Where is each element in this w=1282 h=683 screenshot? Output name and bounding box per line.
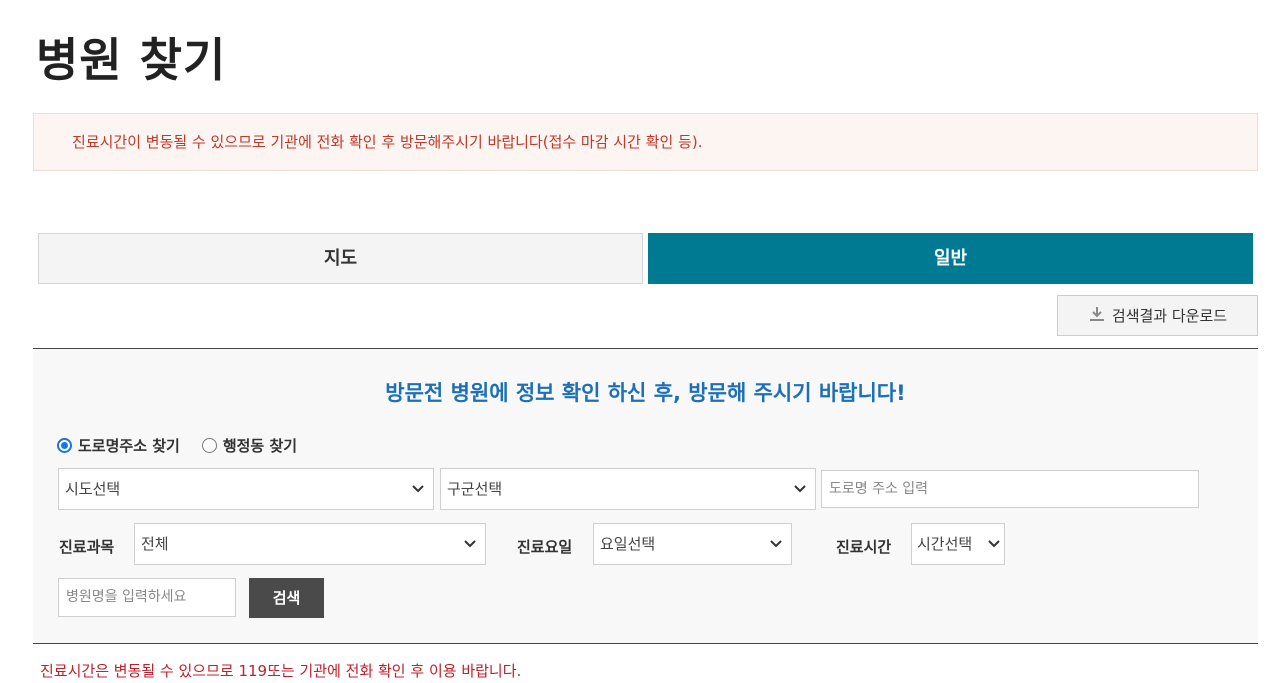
gugun-select[interactable]: 구군선택	[440, 468, 816, 510]
department-label: 진료과목	[59, 538, 115, 556]
chevron-down-icon	[412, 485, 424, 493]
chevron-down-icon	[794, 485, 806, 493]
department-select[interactable]: 전체	[134, 523, 486, 565]
hours-label: 진료시간	[836, 538, 892, 556]
sido-select-value: 시도선택	[65, 480, 121, 498]
weekday-select[interactable]: 요일선택	[593, 523, 792, 565]
radio-road-address-label: 도로명주소 찾기	[78, 437, 180, 455]
notice-text: 진료시간이 변동될 수 있으므로 기관에 전화 확인 후 방문해주시기 바랍니다…	[72, 133, 703, 151]
sido-select[interactable]: 시도선택	[58, 468, 434, 510]
weekday-label: 진료요일	[517, 538, 573, 556]
tab-map[interactable]: 지도	[38, 233, 643, 284]
department-select-value: 전체	[141, 535, 169, 553]
chevron-down-icon	[770, 540, 782, 548]
search-heading: 방문전 병원에 정보 확인 하신 후, 방문해 주시기 바랍니다!	[385, 381, 906, 405]
radio-admin-dong[interactable]: 행정동 찾기	[201, 435, 298, 456]
search-panel: 방문전 병원에 정보 확인 하신 후, 방문해 주시기 바랍니다! 도로명주소 …	[33, 348, 1258, 644]
hospital-name-placeholder: 병원명을 입력하세요	[66, 589, 187, 605]
search-button[interactable]: 검색	[249, 578, 324, 618]
notice-banner: 진료시간이 변동될 수 있으므로 기관에 전화 확인 후 방문해주시기 바랍니다…	[33, 113, 1258, 171]
weekday-select-value: 요일선택	[600, 535, 656, 553]
hours-select-value: 시간선택	[917, 535, 973, 553]
road-address-input[interactable]: 도로명 주소 입력	[821, 470, 1199, 508]
tab-general[interactable]: 일반	[648, 233, 1253, 284]
road-address-placeholder: 도로명 주소 입력	[829, 481, 929, 497]
chevron-down-icon	[988, 540, 1000, 548]
radio-unchecked-icon[interactable]	[201, 438, 217, 453]
address-type-radio-group: 도로명주소 찾기 행정동 찾기	[57, 435, 297, 456]
gugun-select-value: 구군선택	[447, 480, 503, 498]
radio-checked-icon[interactable]	[57, 438, 72, 453]
chevron-down-icon	[464, 540, 476, 548]
download-label: 검색결과 다운로드	[1111, 307, 1228, 325]
footer-note: 진료시간은 변동될 수 있으므로 119또는 기관에 전화 확인 후 이용 바랍…	[40, 662, 522, 680]
radio-admin-dong-label: 행정동 찾기	[222, 437, 298, 455]
hospital-name-input[interactable]: 병원명을 입력하세요	[58, 578, 236, 617]
hours-select[interactable]: 시간선택	[911, 523, 1005, 565]
radio-road-address[interactable]: 도로명주소 찾기	[57, 435, 180, 456]
page-title: 병원 찾기	[36, 33, 227, 87]
download-icon	[1088, 305, 1106, 327]
download-results-button[interactable]: 검색결과 다운로드	[1057, 295, 1258, 336]
